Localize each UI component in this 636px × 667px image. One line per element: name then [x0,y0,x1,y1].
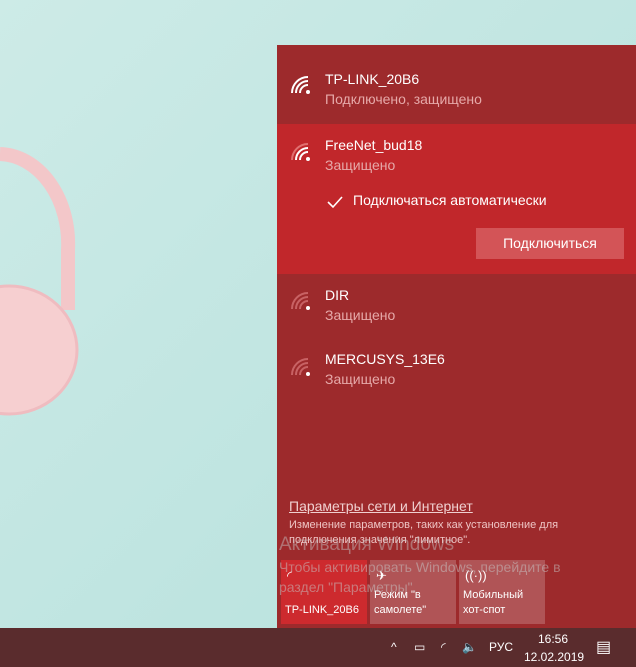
network-item[interactable]: MERCUSYS_13E6 Защищено [277,334,636,394]
wifi-icon [291,358,310,376]
network-status: Защищено [325,307,396,323]
clock-date[interactable]: 12.02.2019 [524,650,584,664]
network-item-selected[interactable]: FreeNet_bud18 Защищено Подключаться авто… [277,124,636,274]
network-name: FreeNet_bud18 [325,137,423,153]
connect-button[interactable]: Подключиться [476,228,624,259]
clock-time[interactable]: 16:56 [538,632,568,646]
network-name: DIR [325,287,350,303]
language-indicator[interactable]: РУС [489,640,513,654]
wifi-icon [291,76,310,94]
taskbar: ^ ▭ ◜ 🔈 РУС 16:56 12.02.2019 ▤ [0,628,636,667]
headphones-wallpaper-image [0,147,79,416]
wifi-icon [291,143,310,161]
wifi-icon [291,292,310,310]
chevron-up-icon[interactable]: ^ [391,640,397,654]
network-item[interactable]: DIR Защищено [277,274,636,334]
activation-watermark-title: Активация Windows [279,534,455,555]
network-name: MERCUSYS_13E6 [325,351,445,367]
auto-connect-label: Подключаться автоматически [353,192,547,208]
battery-icon[interactable]: ▭ [414,640,425,654]
network-status: Подключено, защищено [325,91,482,107]
action-center-icon[interactable]: ▤ [596,637,611,657]
network-name: TP-LINK_20B6 [325,71,420,87]
tile-label: TP-LINK_20B6 [285,604,359,616]
network-status: Защищено [325,371,396,387]
wifi-icon[interactable]: ◜ [441,640,446,654]
volume-icon[interactable]: 🔈 [462,640,477,654]
network-status: Защищено [325,157,396,173]
network-item[interactable]: TP-LINK_20B6 Подключено, защищено [277,45,636,124]
activation-watermark-text: Чтобы активировать Windows, перейдите в … [279,559,561,595]
auto-connect-checkbox[interactable] [325,192,345,212]
network-settings-link[interactable]: Параметры сети и Интернет [289,498,473,514]
